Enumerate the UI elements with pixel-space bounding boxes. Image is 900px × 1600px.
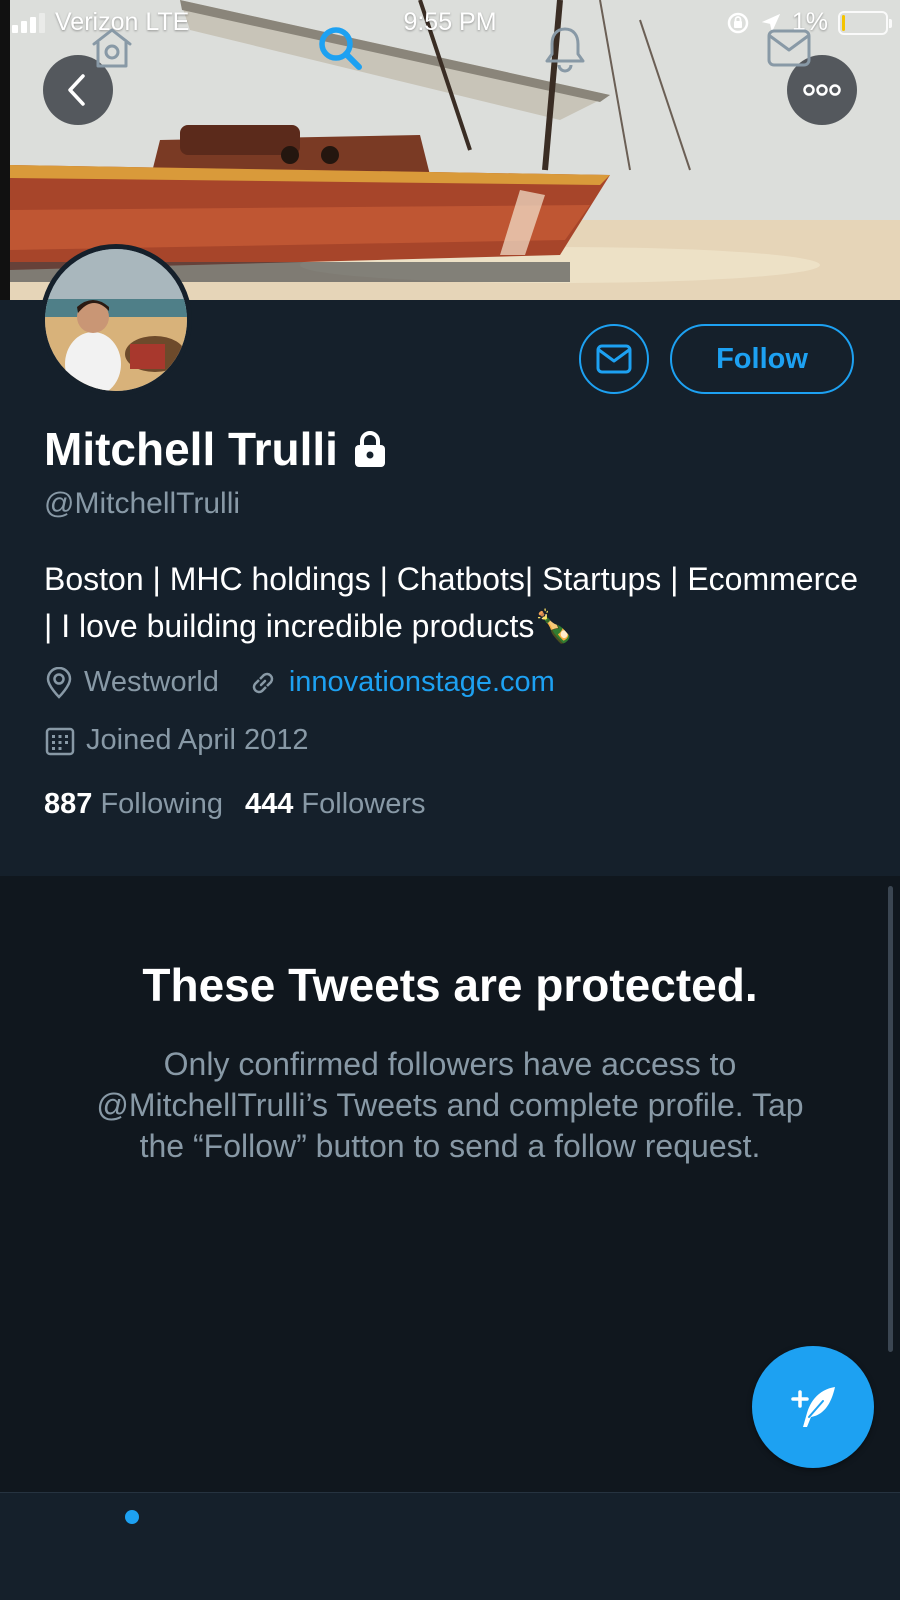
- location-pin-icon: [46, 666, 72, 699]
- profile-name: Mitchell Trulli: [44, 423, 338, 475]
- more-icon: [803, 84, 841, 96]
- lock-icon: [354, 431, 385, 467]
- location-item: Westworld: [44, 666, 219, 699]
- following-count: 887: [44, 788, 93, 820]
- compose-tweet-button[interactable]: [752, 1346, 874, 1468]
- home-icon: [92, 28, 132, 68]
- tab-messages[interactable]: [754, 18, 824, 78]
- compose-feather-icon: [791, 1387, 835, 1427]
- protected-title: These Tweets are protected.: [142, 959, 758, 1011]
- banner-edge: [0, 0, 10, 300]
- tab-notifications[interactable]: [530, 18, 600, 78]
- bell-icon: [545, 27, 585, 73]
- tab-home[interactable]: [77, 18, 147, 78]
- battery-icon: [838, 10, 892, 35]
- following-label: Following: [100, 788, 223, 820]
- profile-bio: Boston | MHC holdings | Chatbots| Startu…: [44, 561, 859, 644]
- followers-link[interactable]: 444 Followers: [245, 788, 426, 821]
- protected-message: Only confirmed followers have access to …: [96, 1046, 804, 1164]
- avatar[interactable]: [40, 244, 192, 396]
- follow-counts: 887 Following 444 Followers: [44, 788, 426, 821]
- home-badge: [125, 1510, 139, 1524]
- website-link[interactable]: innovationstage.com: [289, 666, 555, 699]
- chevron-left-icon: [68, 74, 85, 106]
- website-item[interactable]: innovationstage.com: [247, 666, 555, 699]
- scroll-indicator[interactable]: [888, 886, 893, 1352]
- followers-label: Followers: [301, 788, 426, 820]
- search-icon: [319, 27, 362, 70]
- mail-icon: [596, 344, 632, 374]
- profile-meta-row: Westworld innovationstage.com: [44, 666, 583, 699]
- mail-icon: [767, 29, 811, 67]
- joined-row: Joined April 2012: [44, 724, 309, 757]
- link-icon: [252, 672, 274, 693]
- profile-handle: @MitchellTrulli: [44, 487, 241, 520]
- profile-name-row: Mitchell Trulli: [44, 422, 388, 476]
- message-button[interactable]: [579, 324, 649, 394]
- avatar-photo: [45, 249, 187, 391]
- tab-search[interactable]: [305, 18, 375, 78]
- joined-date: Joined April 2012: [86, 724, 309, 756]
- follow-button[interactable]: Follow: [670, 324, 854, 394]
- rotation-lock-icon: [727, 12, 749, 33]
- location-text: Westworld: [84, 666, 219, 698]
- following-link[interactable]: 887 Following: [44, 788, 223, 821]
- followers-count: 444: [244, 788, 294, 820]
- bottom-tab-bar: [0, 1492, 900, 1600]
- calendar-icon: [45, 727, 75, 755]
